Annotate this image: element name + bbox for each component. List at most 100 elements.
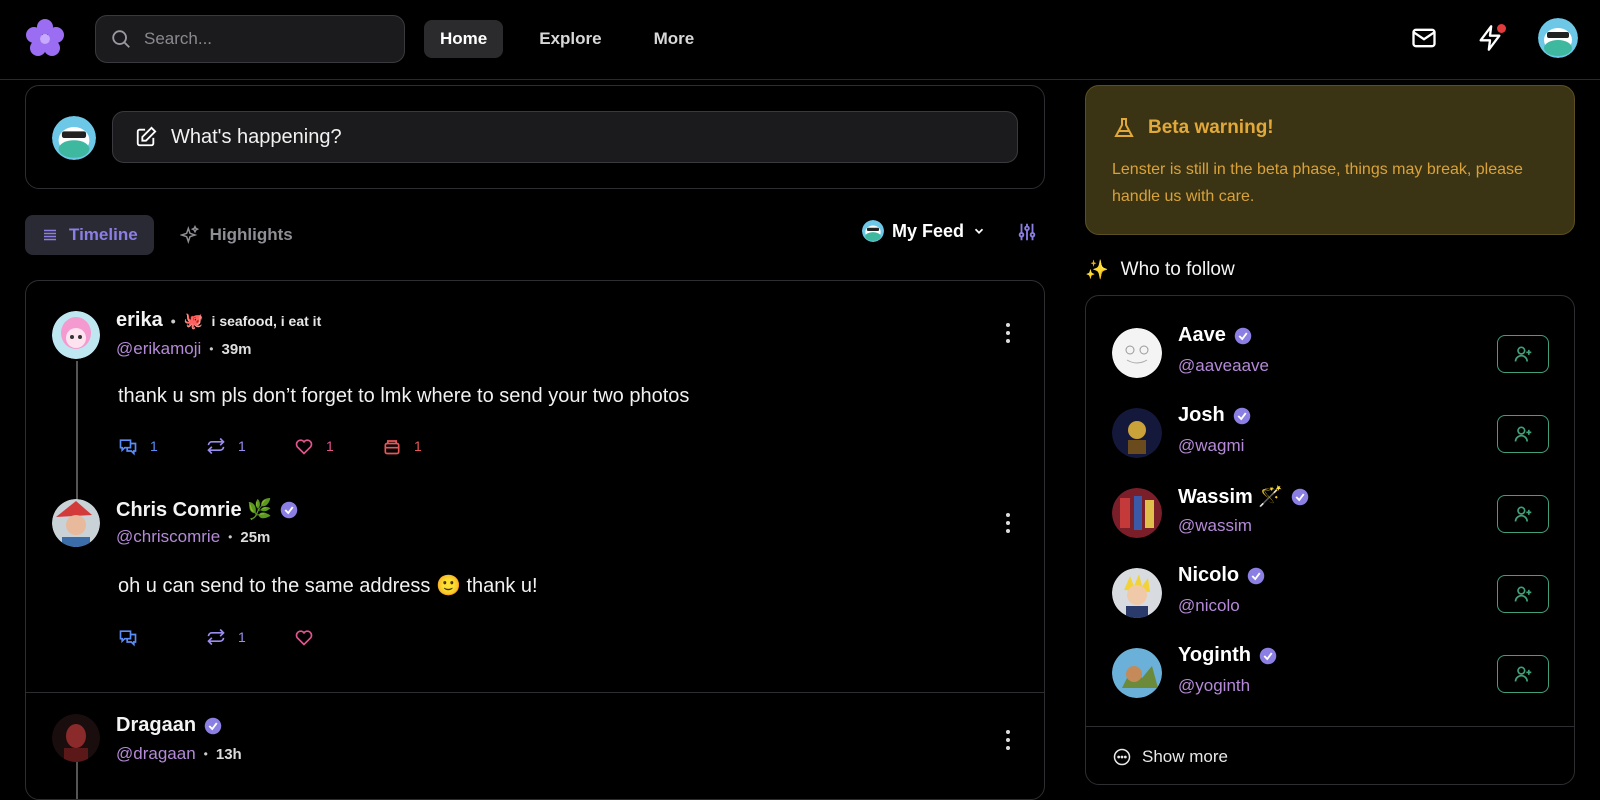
- user-name: Josh: [1178, 404, 1225, 426]
- avatar[interactable]: [52, 714, 100, 762]
- comment-button[interactable]: [118, 627, 206, 647]
- verified-badge-icon: [1234, 327, 1252, 344]
- like-button[interactable]: 1: [294, 436, 382, 456]
- suggestion-name[interactable]: Nicolo: [1178, 564, 1265, 587]
- post-author: erika • 🐙 i seafood, i eat it: [116, 309, 321, 332]
- post-menu-button[interactable]: [998, 321, 1018, 345]
- follow-button[interactable]: [1497, 415, 1549, 453]
- post-time[interactable]: 39m: [221, 341, 251, 358]
- avatar[interactable]: [1112, 488, 1162, 538]
- feed-filter-button[interactable]: [1016, 221, 1038, 248]
- top-actions: [1406, 18, 1578, 58]
- suggestion-name[interactable]: Yoginth: [1178, 644, 1277, 667]
- post-handle: @dragaan • 13h: [116, 744, 242, 764]
- suggestion-handle[interactable]: @aaveaave: [1178, 356, 1269, 376]
- new-post-button[interactable]: What's happening?: [112, 111, 1018, 163]
- ellipsis-circle-icon: [1113, 748, 1131, 765]
- author-name[interactable]: Dragaan: [116, 714, 196, 737]
- cat-avatar-icon: [52, 116, 96, 160]
- verified-badge-icon: [1233, 407, 1250, 424]
- suggestion-handle[interactable]: @yoginth: [1178, 676, 1250, 696]
- collect-count: 1: [414, 438, 422, 454]
- follow-button[interactable]: [1497, 655, 1549, 693]
- sparkles-emoji: ✨: [1085, 260, 1109, 281]
- follow-suggestion: Aave @aaveaave: [1086, 316, 1574, 396]
- avatar[interactable]: [1112, 648, 1162, 698]
- post-author: Chris Comrie 🌿: [116, 497, 298, 522]
- nav-home[interactable]: Home: [424, 20, 504, 58]
- post-body: oh u can send to the same address 🙂 than…: [118, 575, 538, 597]
- follow-button[interactable]: [1497, 575, 1549, 613]
- post-time[interactable]: 25m: [240, 529, 270, 546]
- author-name[interactable]: Chris Comrie 🌿: [116, 497, 272, 522]
- envelope-icon: [1412, 28, 1436, 48]
- avatar[interactable]: [1112, 408, 1162, 458]
- follow-suggestion: Nicolo @nicolo: [1086, 556, 1574, 636]
- follow-suggestion: Yoginth @yoginth: [1086, 636, 1574, 716]
- who-to-follow-heading: Who to follow: [1120, 259, 1235, 280]
- post-body: thank u sm pls don’t forget to lmk where…: [118, 385, 690, 407]
- post-menu-button[interactable]: [998, 728, 1018, 752]
- notification-dot: [1497, 24, 1506, 33]
- beta-warning-text: Lenster is still in the beta phase, thin…: [1112, 161, 1523, 205]
- author-name[interactable]: erika: [116, 309, 163, 332]
- thread-line: [76, 761, 78, 799]
- post-actions: 1: [118, 627, 382, 647]
- avatar[interactable]: [52, 311, 100, 359]
- cat-avatar-icon: [862, 220, 884, 242]
- collect-button[interactable]: 1: [382, 436, 470, 456]
- mirror-count: 1: [238, 438, 246, 454]
- user-plus-icon: [1514, 586, 1532, 602]
- search-bar[interactable]: [95, 15, 405, 63]
- suggestion-handle[interactable]: @wagmi: [1178, 436, 1244, 456]
- suggestion-name[interactable]: Josh: [1178, 404, 1251, 427]
- search-input[interactable]: [144, 29, 364, 49]
- comment-count: 1: [150, 438, 158, 454]
- separator-dot: •: [203, 747, 208, 761]
- mirror-button[interactable]: 1: [206, 436, 294, 456]
- suggestion-handle[interactable]: @nicolo: [1178, 596, 1240, 616]
- lenster-logo-icon[interactable]: [24, 18, 66, 60]
- beta-warning-card: Beta warning! Lenster is still in the be…: [1085, 85, 1575, 235]
- comment-button[interactable]: 1: [118, 436, 206, 456]
- person-avatar-icon: [52, 714, 100, 762]
- tab-label: Highlights: [209, 225, 293, 244]
- tab-timeline[interactable]: Timeline: [25, 215, 154, 255]
- like-button[interactable]: [294, 627, 382, 647]
- author-handle[interactable]: @chriscomrie: [116, 527, 220, 547]
- user-plus-icon: [1514, 506, 1532, 522]
- feed-type-dropdown[interactable]: My Feed: [862, 220, 986, 242]
- tab-highlights[interactable]: Highlights: [164, 215, 309, 255]
- heart-icon: [295, 439, 313, 455]
- author-handle[interactable]: @dragaan: [116, 744, 196, 764]
- author-handle[interactable]: @erikamoji: [116, 339, 201, 359]
- post-time[interactable]: 13h: [216, 746, 242, 763]
- messages-button[interactable]: [1406, 20, 1442, 56]
- show-more-button[interactable]: Show more: [1086, 726, 1574, 784]
- avatar[interactable]: [52, 499, 100, 547]
- nav-more[interactable]: More: [638, 20, 711, 58]
- avatar[interactable]: [1112, 328, 1162, 378]
- post-menu-button[interactable]: [998, 511, 1018, 535]
- suggestion-name[interactable]: Wassim 🪄: [1178, 484, 1309, 509]
- notifications-button[interactable]: [1472, 20, 1508, 56]
- avatar[interactable]: [1112, 568, 1162, 618]
- collect-icon: [384, 440, 400, 455]
- suggestion-handle[interactable]: @wassim: [1178, 516, 1252, 536]
- main-nav: Home Explore More: [424, 20, 710, 58]
- verified-badge-icon: [280, 501, 298, 518]
- suggestion-name[interactable]: Aave: [1178, 324, 1252, 347]
- beta-warning-title: Beta warning!: [1112, 116, 1274, 140]
- separator-dot: •: [209, 342, 214, 356]
- post-actions: 1 1 1 1: [118, 436, 470, 456]
- profile-avatar[interactable]: [1538, 18, 1578, 58]
- separator-dot: •: [228, 530, 233, 544]
- mirror-button[interactable]: 1: [206, 627, 294, 647]
- follow-button[interactable]: [1497, 495, 1549, 533]
- mirror-arrows-icon: [207, 437, 225, 455]
- follow-button[interactable]: [1497, 335, 1549, 373]
- wassim-avatar-icon: [1112, 488, 1162, 538]
- nav-explore[interactable]: Explore: [523, 20, 617, 58]
- profile-status: i seafood, i eat it: [211, 312, 322, 329]
- search-icon: [112, 30, 130, 48]
